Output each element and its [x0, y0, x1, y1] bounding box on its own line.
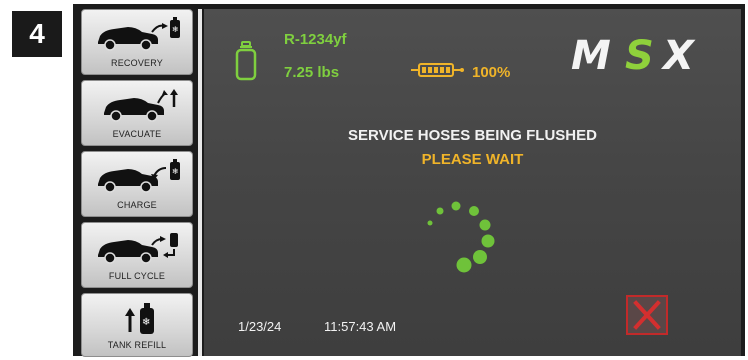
- sidebar-item-label: FULL CYCLE: [108, 271, 166, 281]
- sidebar-item-label: EVACUATE: [112, 129, 162, 139]
- sidebar-item-evacuate[interactable]: EVACUATE: [81, 80, 193, 146]
- sidebar-item-recovery[interactable]: ❄ RECOVERY: [81, 9, 193, 75]
- tank-refill-icon: ❄: [125, 303, 154, 334]
- loading-spinner-icon: [427, 201, 495, 273]
- refrigerant-tank-icon: [235, 41, 257, 81]
- sidebar-item-charge[interactable]: ❄ CHARGE: [81, 151, 193, 217]
- car-recovery-icon: ❄: [98, 17, 180, 51]
- status-title: SERVICE HOSES BEING FLUSHED: [348, 127, 597, 144]
- svg-text:❄: ❄: [142, 317, 150, 328]
- svg-text:X: X: [660, 33, 696, 77]
- close-icon: [633, 300, 661, 330]
- current-time: 11:57:43 AM: [324, 319, 397, 334]
- svg-text:S: S: [625, 33, 654, 77]
- svg-text:❄: ❄: [172, 25, 179, 34]
- sidebar-divider: [198, 9, 202, 356]
- sidebar: ❄ RECOVERY EVACUATE ❄ CHARGE FULL CYCLE …: [81, 9, 195, 357]
- step-number-badge: 4: [12, 11, 62, 57]
- car-charge-icon: ❄: [98, 159, 180, 193]
- sidebar-item-label: TANK REFILL: [107, 340, 167, 350]
- msx-logo: M S X: [571, 33, 696, 77]
- sidebar-item-full-cycle[interactable]: FULL CYCLE: [81, 222, 193, 288]
- svg-text:M: M: [571, 33, 613, 77]
- refrigerant-weight: 7.25 lbs: [284, 64, 340, 81]
- status-subtitle: PLEASE WAIT: [421, 151, 524, 168]
- battery-icon: [411, 63, 464, 77]
- car-full-cycle-icon: [98, 233, 178, 264]
- sidebar-item-tank-refill[interactable]: ❄ TANK REFILL: [81, 293, 193, 357]
- svg-text:❄: ❄: [172, 167, 179, 176]
- current-date: 1/23/24: [238, 319, 282, 334]
- battery-percent: 100%: [472, 64, 511, 81]
- sidebar-item-label: RECOVERY: [111, 58, 163, 68]
- cancel-button[interactable]: [626, 295, 668, 335]
- main-screen: R-1234yf 7.25 lbs 100% M S X SERVICE HOS…: [204, 9, 741, 356]
- refrigerant-type: R-1234yf: [284, 31, 347, 48]
- sidebar-item-label: CHARGE: [117, 200, 157, 210]
- car-evacuate-icon: [104, 89, 178, 122]
